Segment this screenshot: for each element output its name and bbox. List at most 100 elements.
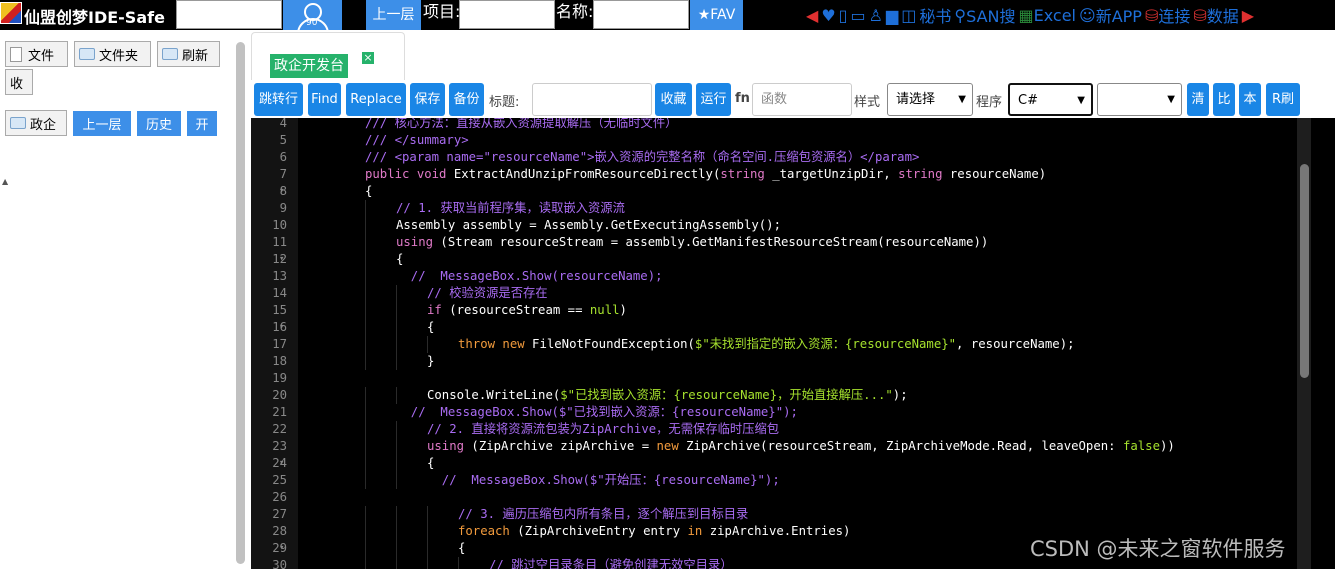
code-token: // 跳过空目录条目（避免创建无效空目录） bbox=[489, 558, 733, 569]
style-label: 样式 bbox=[854, 95, 881, 110]
code-text: // MessageBox.Show($"开始压：{resourceName}"… bbox=[427, 472, 780, 489]
panel2-icon[interactable]: ▭ bbox=[850, 6, 865, 25]
user-icon[interactable]: ♙ bbox=[869, 6, 883, 25]
code-line: 17 throw new FileNotFoundException($"未找到指… bbox=[251, 336, 1291, 353]
compare-button[interactable]: 比 bbox=[1213, 83, 1235, 116]
code-line: 4 /// 核心方法：直接从嵌入资源提取解压（无临时文件） bbox=[251, 118, 1291, 132]
fold-arrow-icon[interactable]: ▾ bbox=[279, 251, 284, 268]
folder-button[interactable]: 文件夹 bbox=[74, 41, 151, 67]
code-line: 27 // 3. 遍历压缩包内所有条目，逐个解压到目标目录 bbox=[251, 506, 1291, 523]
indent-guide bbox=[365, 285, 366, 302]
up-button[interactable]: 上一层 bbox=[73, 111, 131, 136]
code-line: 12 ▾{ bbox=[251, 251, 1291, 268]
san-search-link[interactable]: SAN搜 bbox=[966, 3, 1015, 27]
history-button[interactable]: 历史 bbox=[137, 111, 181, 136]
code-editor[interactable]: 4 /// 核心方法：直接从嵌入资源提取解压（无临时文件） 5 /// </summa… bbox=[251, 118, 1335, 569]
indent-guide bbox=[458, 557, 459, 569]
code-token: FileNotFoundException( bbox=[532, 337, 695, 351]
tab-gov-dev[interactable]: 政企开发台 × bbox=[251, 32, 405, 80]
line-number: 15 bbox=[272, 303, 287, 317]
secret-link[interactable]: 秘书 bbox=[919, 3, 951, 27]
code-token: in bbox=[687, 524, 710, 538]
code-token: if bbox=[427, 303, 450, 317]
extra-select[interactable]: ▼ bbox=[1097, 83, 1182, 116]
code-token: Assembly assembly = Assembly.GetExecutin… bbox=[396, 218, 781, 232]
goto-line-button[interactable]: 跳转行 bbox=[254, 83, 303, 116]
title-input[interactable] bbox=[532, 83, 652, 116]
new-app-link[interactable]: 新APP bbox=[1096, 3, 1142, 27]
favorite-button[interactable]: 收藏 bbox=[655, 83, 692, 116]
editor-scroll-thumb[interactable] bbox=[1300, 164, 1309, 378]
gov-button[interactable]: 政企 bbox=[5, 110, 67, 136]
style-select[interactable]: 请选择 ▼ bbox=[887, 83, 973, 116]
excel-link[interactable]: Excel bbox=[1034, 6, 1076, 25]
r-refresh-button[interactable]: R刷 bbox=[1266, 83, 1300, 116]
run-button[interactable]: 运行 bbox=[696, 83, 731, 116]
indent-guide bbox=[365, 336, 366, 353]
code-text: if (resourceStream == null) bbox=[427, 302, 627, 319]
function-input[interactable]: 函数 bbox=[752, 83, 852, 116]
play-left-icon[interactable]: ◀ bbox=[806, 6, 818, 25]
editor-scrollbar[interactable] bbox=[1297, 118, 1311, 569]
replace-button[interactable]: Replace bbox=[346, 83, 406, 116]
local-button[interactable]: 本 bbox=[1239, 83, 1261, 116]
fold-arrow-icon[interactable]: ▾ bbox=[279, 319, 284, 336]
folder-icon[interactable]: ▆ bbox=[886, 6, 898, 25]
database2-icon: ⛁ bbox=[1193, 5, 1207, 25]
excel-icon: ▦ bbox=[1018, 5, 1034, 25]
clear-button[interactable]: 清 bbox=[1187, 83, 1209, 116]
fold-arrow-icon[interactable]: ▾ bbox=[279, 183, 284, 200]
chevron-down-icon: ▼ bbox=[1077, 95, 1085, 106]
code-token: ExtractAndUnzipFromResourceDirectly( bbox=[453, 167, 721, 181]
app-logo-icon bbox=[0, 2, 22, 24]
play-right-icon[interactable]: ▶ bbox=[1242, 6, 1254, 25]
code-token: ) bbox=[619, 303, 627, 317]
indent-guide bbox=[396, 319, 397, 336]
code-token: string bbox=[720, 167, 773, 181]
indent-guide bbox=[396, 506, 397, 523]
sidebar-scrollbar[interactable] bbox=[236, 42, 245, 564]
open-button[interactable]: 开 bbox=[187, 111, 217, 136]
file-button-label: 文件 bbox=[28, 48, 55, 64]
project-input[interactable] bbox=[459, 0, 555, 29]
find-button[interactable]: Find bbox=[308, 83, 341, 116]
code-line: 6 /// <param name="resourceName">嵌入资源的完整名… bbox=[251, 149, 1291, 166]
avatar-button[interactable]: 90 bbox=[283, 0, 342, 30]
code-token: $"未找到指定的嵌入资源：{resourceName}" bbox=[694, 337, 957, 351]
indent-guide bbox=[365, 251, 366, 268]
language-select[interactable]: C# ▼ bbox=[1008, 83, 1093, 116]
code-line: 25 // MessageBox.Show($"开始压：{resourceNam… bbox=[251, 472, 1291, 489]
heart-icon[interactable]: ♥ bbox=[821, 6, 835, 25]
up-level-button[interactable]: 上一层 bbox=[366, 0, 421, 30]
indent-guide bbox=[365, 557, 366, 569]
briefcase-icon[interactable]: ◫ bbox=[901, 6, 916, 25]
code-line: 10 Assembly assembly = Assembly.GetExecut… bbox=[251, 217, 1291, 234]
code-token: /// </summary> bbox=[365, 133, 469, 147]
fav-button[interactable]: ★FAV bbox=[690, 0, 743, 30]
name-input[interactable] bbox=[593, 0, 689, 29]
file-button[interactable]: 文件 bbox=[5, 41, 68, 67]
indent-guide bbox=[427, 557, 428, 569]
close-icon[interactable]: × bbox=[362, 52, 374, 64]
tree-collapse-icon[interactable]: ▲ bbox=[2, 177, 8, 186]
connect-link[interactable]: 连接 bbox=[1158, 3, 1190, 27]
line-number: 25 bbox=[272, 473, 287, 487]
fold-arrow-icon[interactable]: ▾ bbox=[279, 540, 284, 557]
save-button[interactable]: 保存 bbox=[410, 83, 445, 116]
code-token: { bbox=[427, 320, 435, 334]
collapse-button[interactable]: 收 bbox=[5, 69, 33, 95]
top-search-input[interactable] bbox=[176, 0, 282, 29]
data-link[interactable]: 数据 bbox=[1207, 3, 1239, 27]
backup-button[interactable]: 备份 bbox=[449, 83, 484, 116]
code-token: // MessageBox.Show($"开始压：{resourceName}"… bbox=[427, 473, 780, 487]
refresh-button[interactable]: 刷新 bbox=[157, 41, 220, 67]
indent-guide bbox=[365, 404, 366, 421]
code-text: /// 核心方法：直接从嵌入资源提取解压（无临时文件） bbox=[365, 118, 677, 132]
indent-guide bbox=[396, 557, 397, 569]
fold-arrow-icon[interactable]: ▾ bbox=[279, 455, 284, 472]
indent-guide bbox=[396, 540, 397, 557]
panel-icon[interactable]: ▯ bbox=[839, 6, 848, 25]
code-token: , resourceName); bbox=[956, 337, 1075, 351]
code-line: 11 using (Stream resourceStream = assembl… bbox=[251, 234, 1291, 251]
code-token: zipArchive.Entries) bbox=[709, 524, 851, 538]
